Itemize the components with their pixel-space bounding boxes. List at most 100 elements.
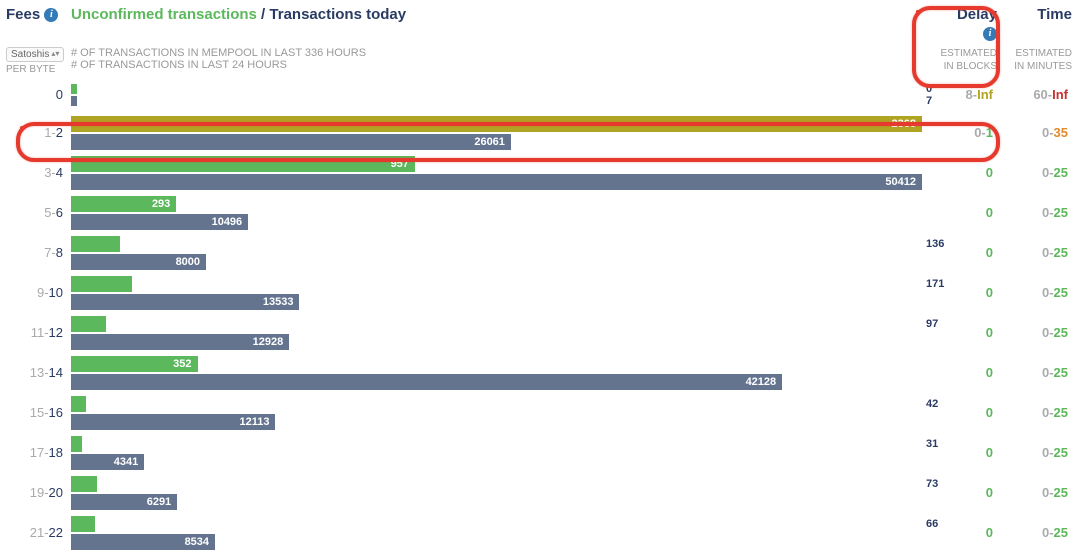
- unconfirmed-value: 31: [926, 438, 938, 450]
- bars: 73 6291: [71, 473, 922, 513]
- today-value: 7: [926, 95, 932, 107]
- fee-range: 1-2: [6, 113, 71, 153]
- today-bar[interactable]: 12113: [71, 414, 275, 430]
- table-row: 7-8136800000-25: [6, 233, 1072, 273]
- unconfirmed-bar[interactable]: 136: [71, 236, 120, 252]
- unit-label: Satoshis: [11, 49, 49, 60]
- time-value: 0-25: [997, 353, 1072, 393]
- today-bar[interactable]: 6291: [71, 494, 177, 510]
- bars: 171 13533: [71, 273, 922, 313]
- today-bar[interactable]: 7: [71, 96, 77, 106]
- subheader: Satoshis ▴▾ PER BYTE # OF TRANSACTIONS I…: [6, 47, 1072, 75]
- table-row: 11-12971292800-25: [6, 313, 1072, 353]
- table-row: 15-16421211300-25: [6, 393, 1072, 433]
- time-value: 0-25: [997, 313, 1072, 353]
- today-value: 4341: [114, 456, 138, 468]
- fee-range: 3-4: [6, 153, 71, 193]
- time-value: 0-25: [997, 393, 1072, 433]
- today-label: Transactions today: [269, 6, 406, 23]
- table-row: 9-101711353300-25: [6, 273, 1072, 313]
- fee-range: 11-12: [6, 313, 71, 353]
- bars: 31 4341: [71, 433, 922, 473]
- today-bar[interactable]: 13533: [71, 294, 299, 310]
- unconfirmed-value: 957: [391, 158, 409, 170]
- time-value: 0-25: [997, 193, 1072, 233]
- fee-range: 5-6: [6, 193, 71, 233]
- unconfirmed-bar[interactable]: 42: [71, 396, 86, 412]
- today-bar[interactable]: 42128: [71, 374, 782, 390]
- unconfirmed-bar[interactable]: 171: [71, 276, 132, 292]
- per-byte-label: PER BYTE: [6, 64, 71, 75]
- today-bar[interactable]: 8534: [71, 534, 215, 550]
- time-value: 0-25: [997, 473, 1072, 513]
- table-row: 13-14 352 42128 00-25: [6, 353, 1072, 393]
- unconfirmed-bar[interactable]: 73: [71, 476, 97, 492]
- unconfirmed-bar[interactable]: 352: [71, 356, 198, 372]
- delay-value: 0-1: [922, 113, 997, 153]
- delay-heading: Delay: [922, 6, 997, 23]
- time-value: 0-25: [997, 273, 1072, 313]
- today-bar[interactable]: 4341: [71, 454, 144, 470]
- time-subhead: ESTIMATED IN MINUTES: [997, 47, 1072, 75]
- unconfirmed-bar[interactable]: 293: [71, 196, 176, 212]
- bars: 293 10496: [71, 193, 922, 233]
- bars: 352 42128: [71, 353, 922, 393]
- legend-line-1: # OF TRANSACTIONS IN MEMPOOL IN LAST 336…: [71, 47, 922, 59]
- today-value: 6291: [147, 496, 171, 508]
- unconfirmed-bar[interactable]: 31: [71, 436, 82, 452]
- unconfirmed-value: 66: [926, 518, 938, 530]
- delay-value: 8-Inf: [922, 77, 997, 113]
- fee-range: 7-8: [6, 233, 71, 273]
- fee-range: 0: [6, 77, 71, 113]
- unconfirmed-bar[interactable]: 957: [71, 156, 415, 172]
- today-value: 26061: [474, 136, 505, 148]
- unconfirmed-value: 136: [926, 238, 944, 250]
- today-bar[interactable]: 10496: [71, 214, 248, 230]
- today-value: 8000: [176, 256, 200, 268]
- unconfirmed-value: 73: [926, 478, 938, 490]
- unconfirmed-value: 171: [926, 278, 944, 290]
- fee-range: 13-14: [6, 353, 71, 393]
- info-icon[interactable]: i: [44, 8, 58, 22]
- chart-rows: 0078-Inf60-Inf1-22368260610-10-353-49575…: [6, 77, 1072, 553]
- unconfirmed-value: 97: [926, 318, 938, 330]
- unconfirmed-bar[interactable]: 66: [71, 516, 95, 532]
- unconfirmed-value: 2368: [892, 118, 916, 130]
- delay-value: 0: [922, 353, 997, 393]
- bars: 66 8534: [71, 513, 922, 553]
- legend-line-2: # OF TRANSACTIONS IN LAST 24 HOURS: [71, 59, 922, 71]
- table-row: 3-49575041200-25: [6, 153, 1072, 193]
- today-bar[interactable]: 8000: [71, 254, 206, 270]
- unconfirmed-label: Unconfirmed transactions: [71, 6, 257, 23]
- table-row: 1-22368260610-10-35: [6, 113, 1072, 153]
- table-row: 21-2266853400-25: [6, 513, 1072, 553]
- info-icon[interactable]: i: [983, 27, 997, 41]
- unconfirmed-value: 0: [926, 83, 932, 95]
- bars: 42 12113: [71, 393, 922, 433]
- table-row: 19-2073629100-25: [6, 473, 1072, 513]
- chevron-updown-icon: ▴▾: [51, 50, 59, 58]
- bars: 136 8000: [71, 233, 922, 273]
- unconfirmed-bar[interactable]: 0: [71, 84, 77, 94]
- bars: 07: [71, 77, 922, 113]
- today-value: 8534: [185, 536, 209, 548]
- unconfirmed-value: 42: [926, 398, 938, 410]
- fee-range: 19-20: [6, 473, 71, 513]
- today-bar[interactable]: 12928: [71, 334, 289, 350]
- table-row: 0078-Inf60-Inf: [6, 77, 1072, 113]
- unit-select[interactable]: Satoshis ▴▾: [6, 47, 64, 62]
- fees-label: Fees: [6, 6, 40, 23]
- today-bar[interactable]: 50412: [71, 174, 922, 190]
- unconfirmed-value: 352: [173, 358, 191, 370]
- today-bar[interactable]: 26061: [71, 134, 511, 150]
- today-value: 10496: [212, 216, 243, 228]
- today-value: 13533: [263, 296, 294, 308]
- unconfirmed-bar[interactable]: 97: [71, 316, 106, 332]
- time-value: 0-25: [997, 233, 1072, 273]
- today-value: 12113: [239, 416, 269, 428]
- unconfirmed-bar[interactable]: 2368: [71, 116, 922, 132]
- time-value: 60-Inf: [997, 77, 1072, 113]
- time-heading: Time: [997, 6, 1072, 23]
- delay-value: 0: [922, 153, 997, 193]
- today-value: 42128: [746, 376, 777, 388]
